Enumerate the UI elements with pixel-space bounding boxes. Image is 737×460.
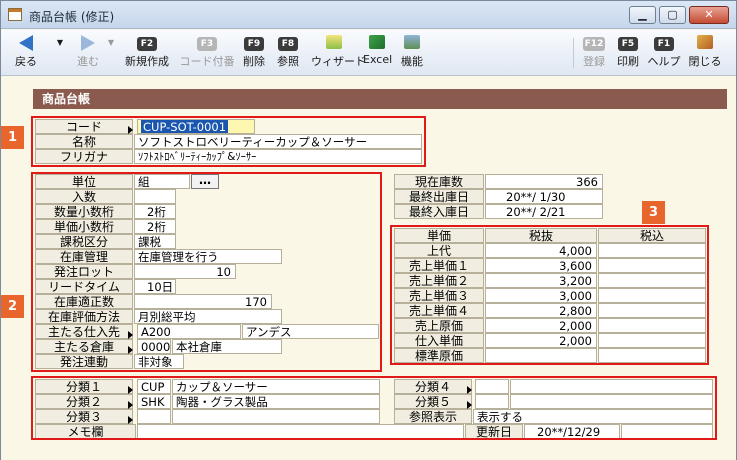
back-button[interactable]: 戻る bbox=[11, 33, 41, 73]
form-area: 商品台帳 1 2 3 コード CUP-SOT-0001 名称 ソフトストロベリー… bbox=[1, 77, 736, 460]
f8-key-icon: F8 bbox=[278, 37, 298, 51]
toolbar: 戻る ▼ 進む ▼ F2 新規作成 F3 コード付番 F9 削除 F8 参照 ウ… bbox=[1, 30, 736, 76]
delete-button[interactable]: F9 削除 bbox=[241, 33, 267, 73]
back-arrow-icon bbox=[11, 35, 41, 51]
last-in-value: 20**/ 2/21 bbox=[485, 204, 603, 219]
register-button[interactable]: F12 登録 bbox=[580, 33, 608, 73]
forward-arrow-icon bbox=[71, 35, 105, 51]
forward-button[interactable]: 進む bbox=[71, 33, 105, 73]
section-header: 商品台帳 bbox=[33, 89, 727, 109]
highlight-box-4 bbox=[31, 376, 717, 440]
f9-key-icon: F9 bbox=[244, 37, 264, 51]
code-assign-button[interactable]: F3 コード付番 bbox=[179, 33, 235, 73]
highlight-box-2 bbox=[31, 172, 382, 372]
current-stock-value: 366 bbox=[485, 174, 603, 189]
last-out-value: 20**/ 1/30 bbox=[485, 189, 603, 204]
back-dropdown[interactable]: ▼ bbox=[53, 33, 67, 73]
excel-button[interactable]: Excel bbox=[363, 33, 392, 73]
callout-badge-3: 3 bbox=[642, 201, 665, 224]
callout-badge-2: 2 bbox=[1, 295, 24, 318]
exit-door-icon bbox=[697, 35, 713, 49]
f1-key-icon: F1 bbox=[654, 37, 674, 51]
last-out-label: 最終出庫日 bbox=[394, 189, 484, 204]
forward-dropdown[interactable]: ▼ bbox=[105, 33, 117, 73]
function-icon bbox=[404, 35, 420, 49]
print-button[interactable]: F5 印刷 bbox=[614, 33, 642, 73]
current-stock-label: 現在庫数 bbox=[394, 174, 484, 189]
close-window-button[interactable]: ✕ bbox=[689, 6, 729, 24]
close-button[interactable]: 閉じる bbox=[687, 33, 723, 73]
f12-key-icon: F12 bbox=[582, 37, 606, 51]
callout-badge-1: 1 bbox=[1, 126, 24, 149]
f3-key-icon: F3 bbox=[197, 37, 217, 51]
dropdown-caret-icon: ▼ bbox=[107, 38, 115, 47]
ledger-app-icon bbox=[8, 8, 22, 21]
maximize-button[interactable]: ▢ bbox=[659, 6, 686, 24]
minimize-button[interactable]: ▁ bbox=[629, 6, 656, 24]
title-bar: 商品台帳 (修正) ▁ ▢ ✕ bbox=[1, 1, 736, 29]
dropdown-caret-icon: ▼ bbox=[56, 38, 64, 47]
f5-key-icon: F5 bbox=[618, 37, 638, 51]
last-in-label: 最終入庫日 bbox=[394, 204, 484, 219]
wizard-button[interactable]: ウィザード bbox=[311, 33, 366, 73]
excel-icon bbox=[369, 35, 385, 49]
app-window: 商品台帳 (修正) ▁ ▢ ✕ 戻る ▼ 進む ▼ F2 新規作成 F3 コード… bbox=[0, 0, 737, 460]
toolbar-separator bbox=[573, 38, 574, 68]
help-button[interactable]: F1 ヘルプ bbox=[647, 33, 681, 73]
window-title: 商品台帳 (修正) bbox=[29, 10, 115, 24]
reference-button[interactable]: F8 参照 bbox=[275, 33, 301, 73]
wizard-icon bbox=[326, 35, 342, 49]
f2-key-icon: F2 bbox=[137, 37, 157, 51]
new-button[interactable]: F2 新規作成 bbox=[121, 33, 173, 73]
highlight-box-1 bbox=[31, 116, 426, 167]
function-button[interactable]: 機能 bbox=[399, 33, 425, 73]
highlight-box-3 bbox=[390, 225, 709, 365]
